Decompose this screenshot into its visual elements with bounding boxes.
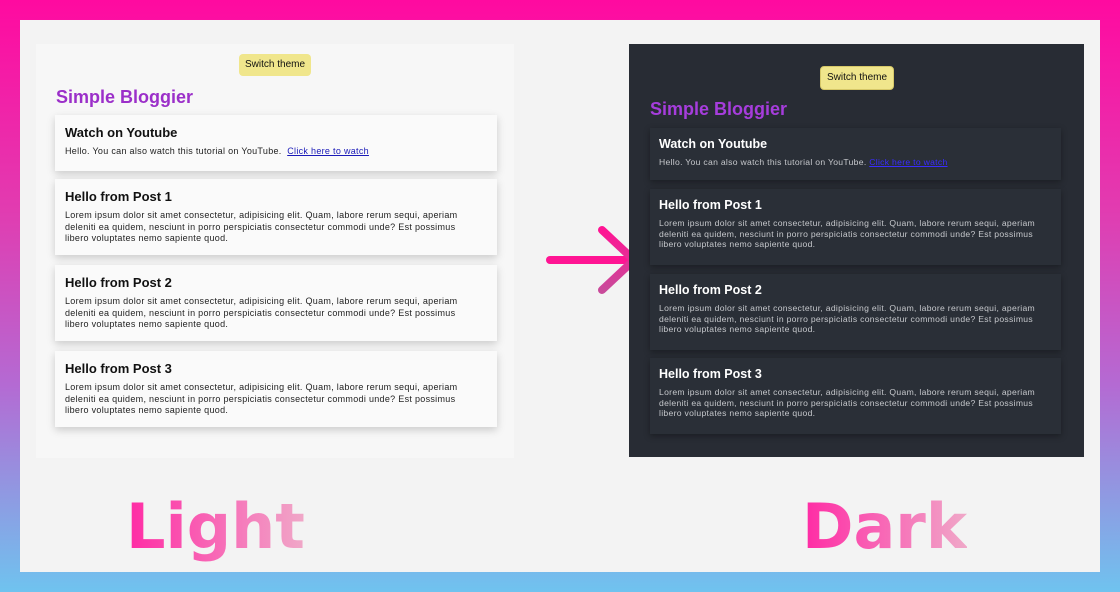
youtube-card-description: Hello. You can also watch this tutorial … — [65, 146, 282, 156]
post-body: Lorem ipsum dolor sit amet consectetur, … — [659, 218, 1035, 249]
post-title[interactable]: Hello from Post 2 — [65, 275, 172, 290]
post-body: Lorem ipsum dolor sit amet consectetur, … — [65, 210, 458, 243]
dark-theme-screenshot: Switch theme Simple Bloggier Watch on Yo… — [629, 44, 1084, 457]
watch-link[interactable]: Click here to watch — [869, 157, 947, 167]
youtube-card: Watch on Youtube Hello. You can also wat… — [650, 128, 1061, 180]
post-title[interactable]: Hello from Post 2 — [659, 283, 762, 297]
post-title[interactable]: Hello from Post 3 — [659, 367, 762, 381]
site-brand-title[interactable]: Simple Bloggier — [56, 87, 193, 108]
post-card: Hello from Post 3 Lorem ipsum dolor sit … — [650, 358, 1061, 434]
dark-caption: Dark — [802, 490, 968, 563]
post-body: Lorem ipsum dolor sit amet consectetur, … — [659, 303, 1035, 334]
post-card: Hello from Post 3 Lorem ipsum dolor sit … — [55, 351, 497, 427]
youtube-card-title: Watch on Youtube — [65, 125, 178, 140]
youtube-card-description: Hello. You can also watch this tutorial … — [659, 157, 867, 167]
post-body: Lorem ipsum dolor sit amet consectetur, … — [65, 296, 458, 329]
youtube-card: Watch on Youtube Hello. You can also wat… — [55, 115, 497, 171]
post-title[interactable]: Hello from Post 1 — [659, 198, 762, 212]
banner-frame: Switch theme Simple Bloggier Watch on Yo… — [20, 20, 1100, 572]
arrow-right-icon — [546, 226, 638, 294]
post-body: Lorem ipsum dolor sit amet consectetur, … — [659, 387, 1035, 418]
post-body: Lorem ipsum dolor sit amet consectetur, … — [65, 382, 458, 415]
site-brand-title[interactable]: Simple Bloggier — [650, 99, 787, 120]
switch-theme-button[interactable]: Switch theme — [820, 66, 895, 90]
post-title[interactable]: Hello from Post 3 — [65, 361, 172, 376]
watch-link[interactable]: Click here to watch — [287, 146, 369, 156]
youtube-card-text: Hello. You can also watch this tutorial … — [65, 146, 480, 158]
light-caption: Light — [126, 490, 305, 563]
light-theme-screenshot: Switch theme Simple Bloggier Watch on Yo… — [36, 44, 514, 458]
youtube-card-title: Watch on Youtube — [659, 137, 768, 151]
post-card: Hello from Post 1 Lorem ipsum dolor sit … — [55, 179, 497, 255]
post-card: Hello from Post 2 Lorem ipsum dolor sit … — [650, 274, 1061, 350]
switch-theme-button[interactable]: Switch theme — [239, 54, 312, 76]
post-card: Hello from Post 1 Lorem ipsum dolor sit … — [650, 189, 1061, 265]
post-title[interactable]: Hello from Post 1 — [65, 189, 172, 204]
post-card: Hello from Post 2 Lorem ipsum dolor sit … — [55, 265, 497, 341]
youtube-card-text: Hello. You can also watch this tutorial … — [659, 157, 1039, 168]
